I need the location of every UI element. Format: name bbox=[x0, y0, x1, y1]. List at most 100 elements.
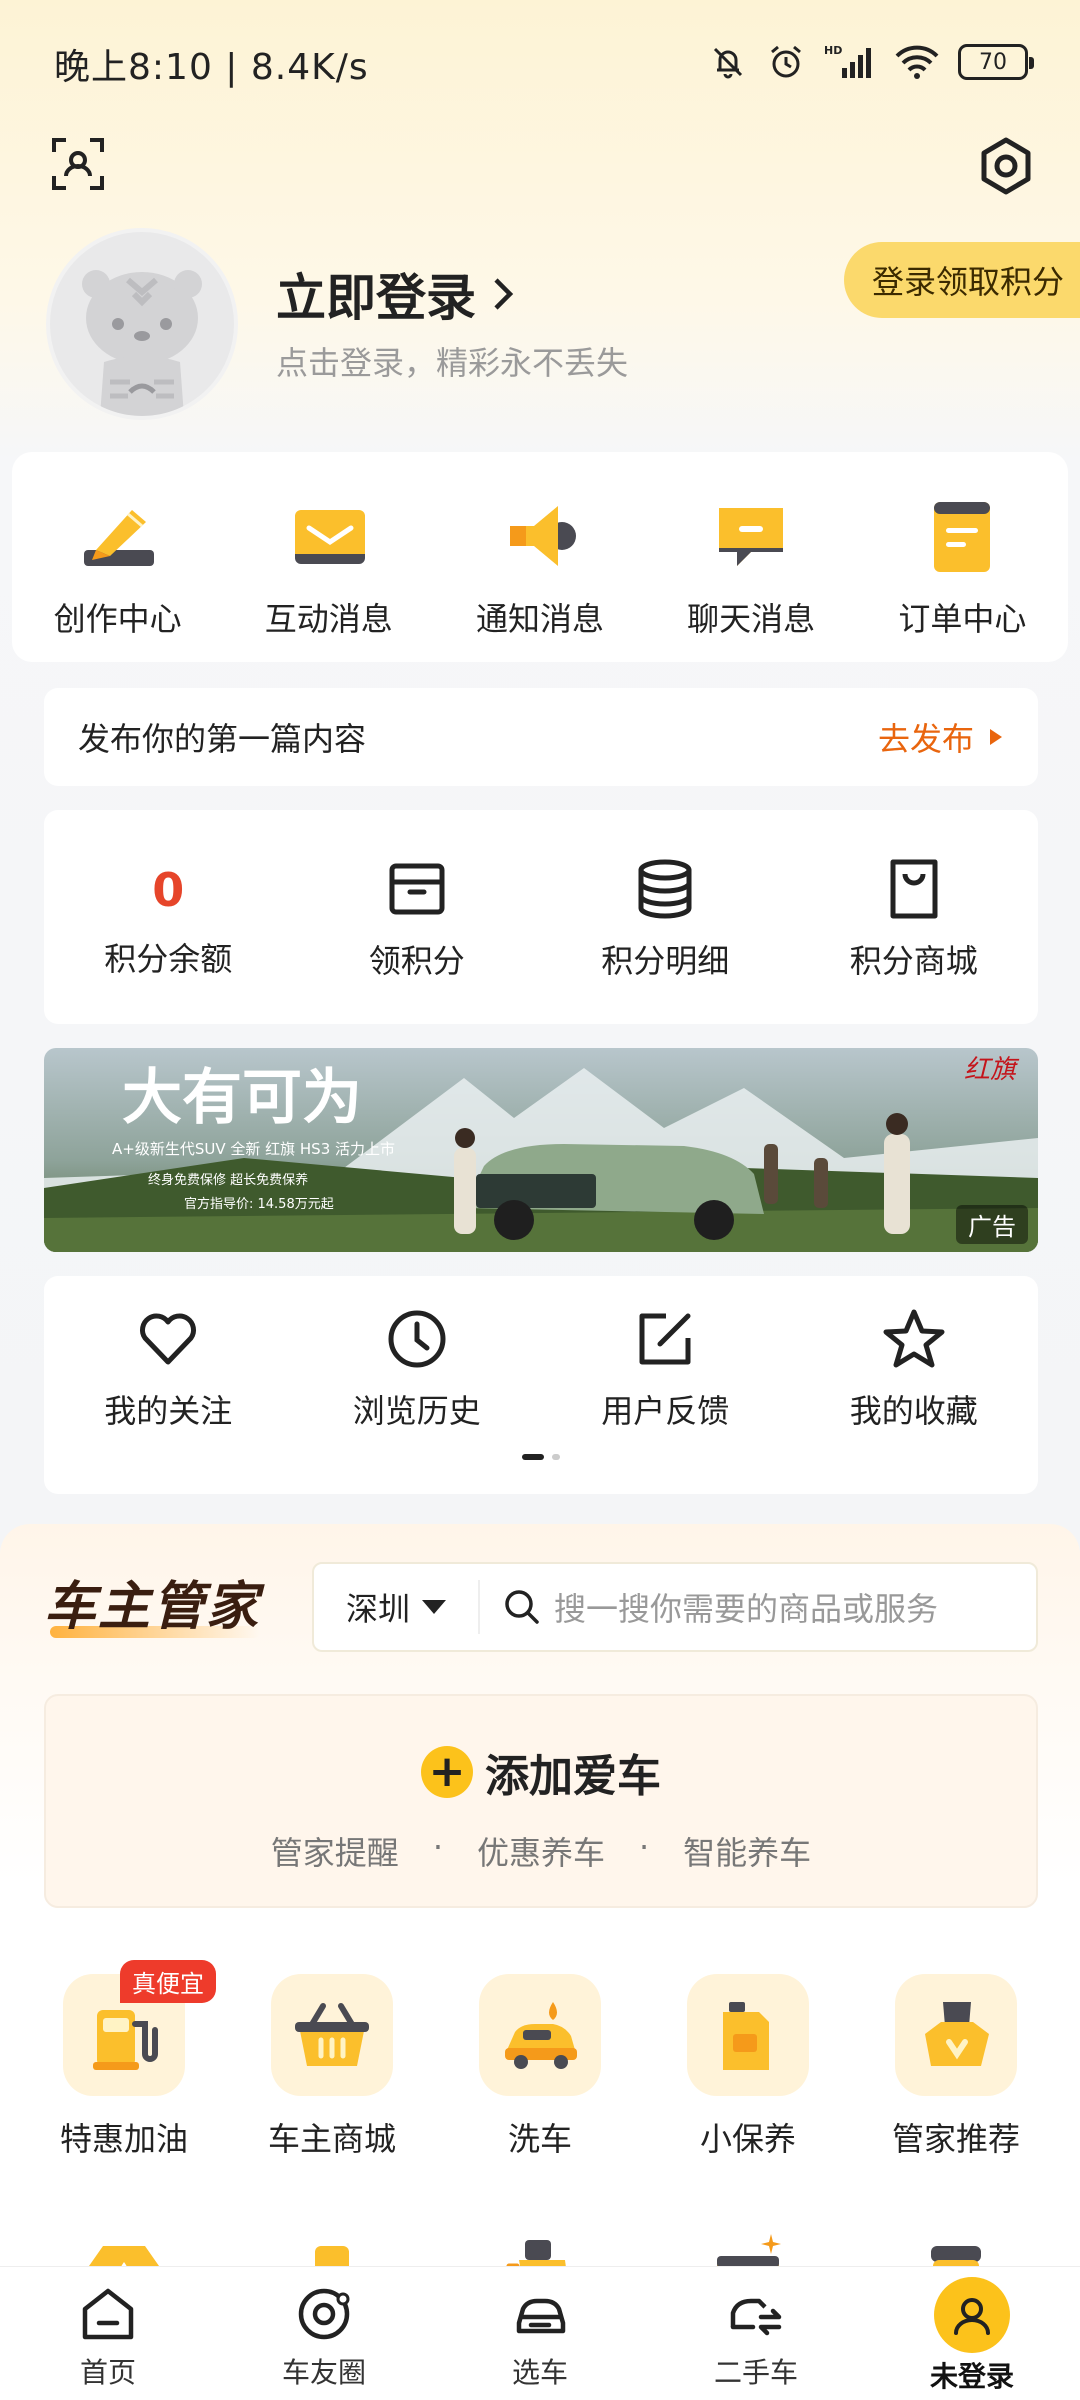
login-subtitle: 点击登录，精彩永不丢失 bbox=[276, 344, 629, 382]
mute-bell-icon bbox=[713, 47, 743, 79]
ad-headline: 大有可为 bbox=[122, 1063, 362, 1133]
shortcut-chat-messages[interactable]: 聊天消息 bbox=[651, 492, 851, 640]
signal-icon: HD bbox=[824, 44, 871, 78]
chat-icon bbox=[719, 508, 784, 566]
bottom-nav: 首页 车友圈 选车 二手车 未登录 bbox=[0, 2266, 1080, 2400]
ad-banner[interactable]: 大有可为 A+级新生代SUV 全新 红旗 HS3 活力上市 终身免费保修 超长免… bbox=[44, 1048, 1038, 1252]
box-icon bbox=[389, 863, 445, 915]
home-icon bbox=[82, 2288, 134, 2340]
feature-separator: · bbox=[432, 1828, 443, 1866]
my-follows[interactable]: 我的关注 bbox=[44, 1276, 293, 1446]
add-car-card[interactable]: + 添加爱车 管家提醒 · 优惠养车 · 智能养车 bbox=[44, 1694, 1038, 1908]
recommend-icon bbox=[895, 1974, 1017, 2096]
shortcut-label: 聊天消息 bbox=[687, 600, 816, 638]
status-time-speed: 晚上8:10 | 8.4K/s bbox=[54, 47, 369, 88]
status-bar: 晚上8:10 | 8.4K/s HD 70 bbox=[0, 0, 1080, 120]
claim-points[interactable]: 领积分 bbox=[293, 810, 542, 1024]
shortcut-order-center[interactable]: 订单中心 bbox=[862, 492, 1062, 640]
add-car-features: 管家提醒 · 优惠养车 · 智能养车 bbox=[46, 1828, 1036, 1874]
favorites-label: 我的关注 bbox=[104, 1392, 233, 1430]
message-shortcuts: 创作中心 互动消息 通知消息 聊天消息 订单中心 bbox=[12, 452, 1068, 662]
feature-label: 管家提醒 bbox=[270, 1834, 399, 1872]
service-label: 特惠加油 bbox=[59, 2120, 188, 2158]
svg-text:HD: HD bbox=[824, 44, 842, 57]
user-icon bbox=[934, 2277, 1010, 2353]
service-label: 车主商城 bbox=[267, 2120, 396, 2158]
chevron-right-icon bbox=[494, 278, 514, 310]
city-name: 深圳 bbox=[345, 1590, 410, 1628]
points-details[interactable]: 积分明细 bbox=[541, 810, 790, 1024]
points-mall[interactable]: 积分商城 bbox=[790, 810, 1039, 1024]
service-minor-maintenance[interactable]: 小保养 bbox=[648, 1974, 848, 2160]
service-butler-recommend[interactable]: 管家推荐 bbox=[856, 1974, 1056, 2160]
login-link[interactable]: 立即登录 bbox=[276, 258, 520, 330]
scan-icon[interactable] bbox=[50, 136, 106, 192]
service-search-bar: 深圳 搜一搜你需要的商品或服务 bbox=[312, 1562, 1038, 1652]
page-dot-active bbox=[522, 1454, 544, 1460]
tiger-avatar-icon bbox=[82, 270, 202, 416]
oil-can-icon bbox=[687, 1974, 809, 2096]
avatar[interactable] bbox=[46, 228, 238, 420]
profile-page: 晚上8:10 | 8.4K/s HD 70 立即登录 点击登录，精彩永不丢失 登… bbox=[0, 0, 1080, 2400]
add-car-button[interactable]: + 添加爱车 bbox=[46, 1740, 1036, 1804]
circle-icon bbox=[298, 2288, 350, 2340]
wifi-icon bbox=[895, 45, 939, 79]
caret-down-icon bbox=[422, 1600, 446, 1614]
nav-home[interactable]: 首页 bbox=[0, 2267, 216, 2400]
shortcut-notifications[interactable]: 通知消息 bbox=[440, 492, 640, 640]
search-icon bbox=[505, 1590, 539, 1624]
points-label: 积分余额 bbox=[104, 940, 233, 978]
nav-label: 二手车 bbox=[713, 2356, 798, 2389]
nav-not-logged-in[interactable]: 未登录 bbox=[864, 2267, 1080, 2400]
login-title: 立即登录 bbox=[276, 269, 476, 327]
shortcut-interaction-messages[interactable]: 互动消息 bbox=[229, 492, 429, 640]
page-indicator bbox=[522, 1454, 560, 1460]
pencil-icon bbox=[83, 510, 154, 566]
car-icon bbox=[516, 2298, 566, 2334]
nav-used-car[interactable]: 二手车 bbox=[648, 2267, 864, 2400]
login-points-button[interactable]: 登录领取积分 bbox=[844, 242, 1080, 318]
nav-car-circle[interactable]: 车友圈 bbox=[216, 2267, 432, 2400]
basket-icon bbox=[271, 1974, 393, 2096]
service-car-wash[interactable]: 洗车 bbox=[440, 1974, 640, 2160]
shortcut-label: 订单中心 bbox=[898, 600, 1027, 638]
feature-label: 优惠养车 bbox=[476, 1834, 605, 1872]
service-label: 管家推荐 bbox=[891, 2120, 1020, 2158]
settings-icon[interactable] bbox=[976, 136, 1036, 196]
nav-choose-car[interactable]: 选车 bbox=[432, 2267, 648, 2400]
ad-line1: A+级新生代SUV 全新 红旗 HS3 活力上市 bbox=[112, 1140, 395, 1158]
ad-line3: 官方指导价: 14.58万元起 bbox=[184, 1196, 334, 1212]
alarm-icon bbox=[771, 45, 801, 78]
shortcut-label: 互动消息 bbox=[264, 600, 393, 638]
publish-button[interactable]: 去发布 bbox=[878, 714, 1002, 760]
add-car-label: 添加爱车 bbox=[485, 1751, 661, 1802]
shortcut-creation-center[interactable]: 创作中心 bbox=[18, 492, 218, 640]
status-icons: HD 70 bbox=[708, 40, 1034, 84]
megaphone-icon bbox=[509, 506, 576, 566]
service-owner-mall[interactable]: 车主商城 bbox=[232, 1974, 432, 2160]
publish-card[interactable]: 发布你的第一篇内容 去发布 bbox=[44, 688, 1038, 786]
points-label: 领积分 bbox=[368, 942, 465, 980]
city-selector[interactable]: 深圳 bbox=[314, 1580, 480, 1634]
order-icon bbox=[934, 502, 991, 572]
points-balance[interactable]: 0 积分余额 bbox=[44, 810, 293, 1024]
user-feedback[interactable]: 用户反馈 bbox=[541, 1276, 790, 1446]
page-dot bbox=[552, 1454, 560, 1460]
service-label: 小保养 bbox=[699, 2120, 796, 2158]
service-grid: 真便宜 特惠加油 车主商城 洗车 小保养 管家推荐 bbox=[20, 1960, 1060, 2160]
favorites-label: 我的收藏 bbox=[849, 1392, 978, 1430]
browse-history[interactable]: 浏览历史 bbox=[293, 1276, 542, 1446]
service-fuel-discount[interactable]: 真便宜 特惠加油 bbox=[24, 1960, 224, 2160]
battery-level: 70 bbox=[979, 49, 1007, 75]
search-input[interactable]: 搜一搜你需要的商品或服务 bbox=[554, 1584, 938, 1630]
ad-badge: 广告 bbox=[956, 1205, 1028, 1244]
points-label: 积分商城 bbox=[849, 942, 978, 980]
shopping-bag-icon bbox=[890, 859, 938, 919]
feature-separator: · bbox=[639, 1828, 650, 1866]
database-icon bbox=[638, 859, 692, 919]
ad-image: 大有可为 A+级新生代SUV 全新 红旗 HS3 活力上市 终身免费保修 超长免… bbox=[44, 1048, 1038, 1252]
my-collection[interactable]: 我的收藏 bbox=[790, 1276, 1039, 1446]
envelope-icon bbox=[294, 510, 365, 564]
favorites-card: 我的关注 浏览历史 用户反馈 我的收藏 bbox=[44, 1276, 1038, 1494]
points-card: 0 积分余额 领积分 积分明细 积分商城 bbox=[44, 810, 1038, 1024]
